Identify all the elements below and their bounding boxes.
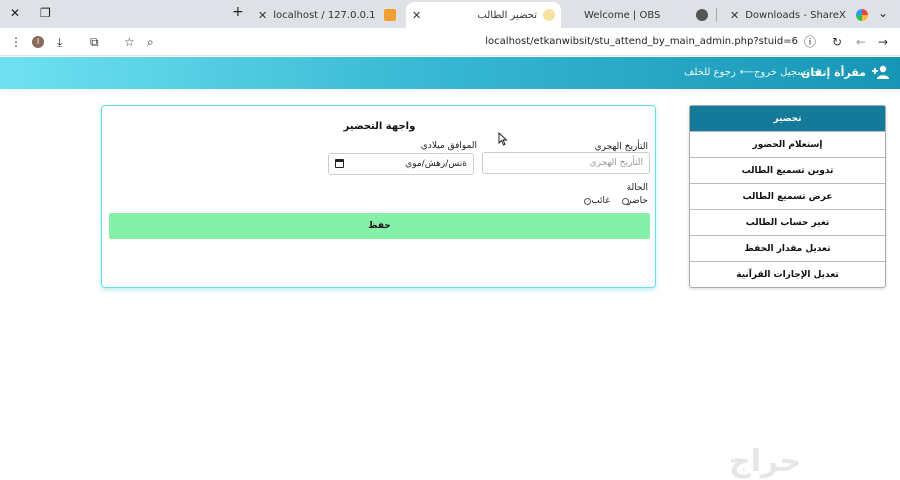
sharex-favicon-icon xyxy=(856,9,868,21)
status-label: الحالة xyxy=(626,183,648,193)
sidebar-item-record-recitation[interactable]: تدوين تسميع الطالب xyxy=(690,157,885,183)
status-absent-radio[interactable] xyxy=(584,198,591,205)
logout-label: تسجيل خروج xyxy=(754,67,809,78)
close-window-icon[interactable]: ✕ xyxy=(10,6,20,20)
close-icon[interactable]: ✕ xyxy=(412,9,421,22)
browser-toolbar: ⋮ I ⤓ ⧉ ☆ ⌕ localhost/etkanwibsit/stu_at… xyxy=(0,28,900,56)
back-arrow-icon[interactable]: ← xyxy=(856,34,866,50)
status-present-radio[interactable] xyxy=(622,198,629,205)
sidebar-item-attendance-query[interactable]: إستعلام الحضور xyxy=(690,131,885,157)
phpmyadmin-favicon-icon xyxy=(384,9,396,21)
tab-sharex-downloads[interactable]: ✕ Downloads - ShareX xyxy=(724,2,874,28)
restore-window-icon[interactable]: ❐ xyxy=(40,6,51,20)
watermark-logo: حراج xyxy=(729,444,802,479)
menu-kebab-icon[interactable]: ⋮ xyxy=(10,34,22,50)
hijri-date-input[interactable]: التأريخ الهجري xyxy=(482,152,650,174)
sidebar-item-edit-ijazat[interactable]: تعديل الإجازات القرآنية xyxy=(690,261,885,287)
sidebar-item-change-account[interactable]: تغير حساب الطالب xyxy=(690,209,885,235)
address-bar-url[interactable]: localhost/etkanwibsit/stu_attend_by_main… xyxy=(170,36,798,47)
tab-phpmyadmin[interactable]: ✕ localhost / 127.0.0.1 / fushdb / xyxy=(252,2,402,28)
tab-title: تحضير الطالب xyxy=(477,9,537,21)
reload-icon[interactable]: ↻ xyxy=(832,34,842,50)
tab-obs[interactable]: Welcome | OBS xyxy=(566,2,714,28)
hijri-date-label: التأريخ الهجري xyxy=(594,142,648,152)
gregorian-date-input[interactable]: ة‌نس/رهش/موي xyxy=(328,153,474,175)
site-favicon-icon xyxy=(543,9,555,21)
status-absent-label: غائب xyxy=(591,196,610,206)
new-tab-icon[interactable]: + xyxy=(232,4,244,20)
calendar-icon[interactable] xyxy=(335,159,344,168)
site-info-icon[interactable]: ⓘ xyxy=(804,34,816,50)
logout-link[interactable]: تسجيل خروج ⇥ xyxy=(754,67,821,78)
gregorian-date-value: ة‌نس/رهش/موي xyxy=(405,159,467,169)
tab-title: Downloads - ShareX xyxy=(745,9,846,21)
status-present-label: حاضر xyxy=(627,196,648,206)
close-icon[interactable]: ✕ xyxy=(730,9,739,22)
mouse-cursor-icon xyxy=(498,132,508,146)
form-title: واجهة التحضير xyxy=(343,121,416,132)
gregorian-date-label: الموافق ميلادي xyxy=(420,141,477,151)
back-link[interactable]: رجوع للخلف ⟵ xyxy=(684,67,754,78)
close-icon[interactable]: ✕ xyxy=(258,9,267,22)
extensions-puzzle-icon[interactable]: ⧉ xyxy=(90,34,99,50)
bookmark-star-icon[interactable]: ☆ xyxy=(124,34,135,50)
tab-student-attendance[interactable]: ✕ تحضير الطالب xyxy=(406,2,561,28)
profile-avatar[interactable]: I xyxy=(32,36,44,48)
forward-arrow-icon[interactable]: → xyxy=(878,34,888,50)
logout-icon: ⇥ xyxy=(812,67,822,78)
back-label: رجوع للخلف xyxy=(684,67,736,78)
app-header: مقرأة إتقان تسجيل خروج ⇥ رجوع للخلف ⟵ xyxy=(0,57,900,89)
sidebar-item-edit-memorization[interactable]: تعديل مقدار الحفظ xyxy=(690,235,885,261)
add-user-icon xyxy=(872,65,889,79)
obs-favicon-icon xyxy=(696,9,708,21)
tab-search-chevron-icon[interactable]: ⌄ xyxy=(878,6,888,20)
zoom-search-icon[interactable]: ⌕ xyxy=(147,34,154,50)
tab-separator xyxy=(716,8,717,22)
sidebar-item-attendance[interactable]: تحضير xyxy=(690,106,885,131)
tab-title: Welcome | OBS xyxy=(584,9,661,21)
sidebar-menu: تحضير إستعلام الحضور تدوين تسميع الطالب … xyxy=(689,105,886,288)
tab-title: localhost / 127.0.0.1 / fushdb / xyxy=(273,9,378,21)
attendance-form-card: واجهة التحضير التأريخ الهجري التأريخ اله… xyxy=(101,105,656,288)
download-icon[interactable]: ⤓ xyxy=(57,34,62,50)
browser-tab-strip: ✕ ❐ + ✕ localhost / 127.0.0.1 / fushdb /… xyxy=(0,0,900,28)
sidebar-item-view-recitation[interactable]: عرض تسميع الطالب xyxy=(690,183,885,209)
save-button[interactable]: حفظ xyxy=(109,213,650,239)
back-arrow-icon: ⟵ xyxy=(739,67,755,78)
